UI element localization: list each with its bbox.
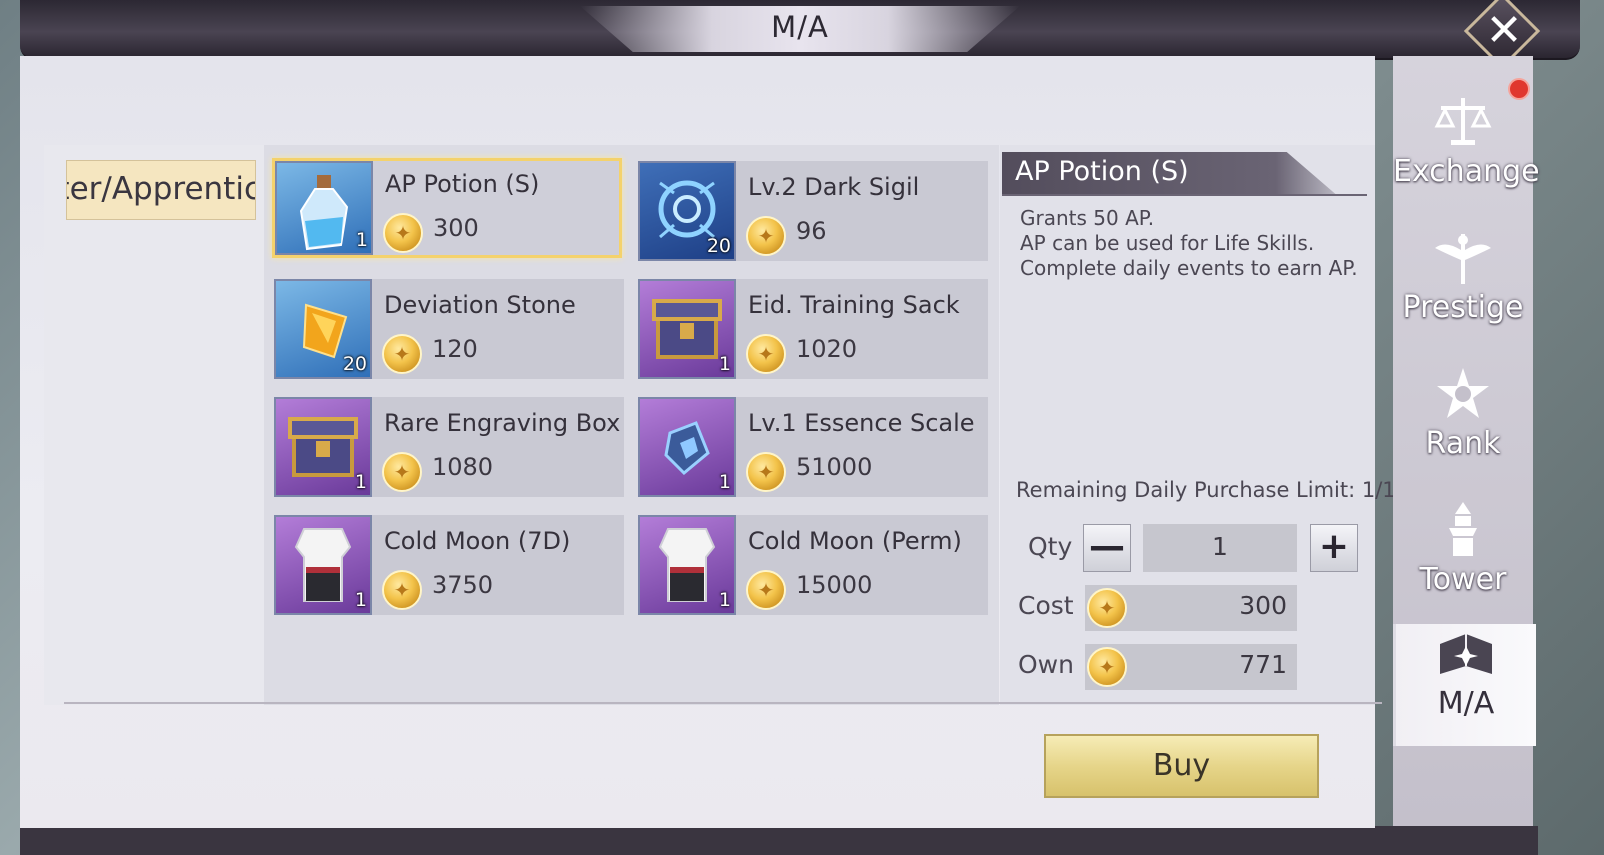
item-name: Rare Engraving Box (384, 409, 621, 437)
item-name: Cold Moon (Perm) (748, 527, 962, 555)
shop-item[interactable]: 1 Cold Moon (Perm) ✦ 15000 (638, 515, 988, 615)
coin-icon: ✦ (382, 334, 422, 374)
coin-icon: ✦ (1087, 588, 1127, 628)
coin-icon: ✦ (1087, 647, 1127, 687)
sigil-icon: 20 (638, 161, 736, 261)
coin-icon: ✦ (383, 213, 423, 253)
item-name: Lv.2 Dark Sigil (748, 173, 920, 201)
quantity-input[interactable]: 1 (1143, 524, 1297, 572)
star-emblem-icon (1437, 368, 1489, 418)
tower-icon (1449, 502, 1477, 556)
coin-icon: ✦ (746, 452, 786, 492)
coin-icon: ✦ (746, 216, 786, 256)
scale-crystal-icon: 1 (638, 397, 736, 497)
detail-description-line: Grants 50 AP. (1020, 206, 1155, 230)
scales-icon (1434, 98, 1492, 145)
item-price: 120 (432, 335, 478, 363)
increase-qty-button[interactable]: + (1310, 524, 1358, 572)
item-name: AP Potion (S) (385, 170, 540, 198)
detail-description-line: AP can be used for Life Skills. (1020, 231, 1315, 255)
sidebar-item-label: Rank (1425, 426, 1501, 461)
own-field: ✦ 771 (1085, 644, 1297, 690)
shop-item[interactable]: 1 Rare Engraving Box ✦ 1080 (274, 397, 624, 497)
item-name: Cold Moon (7D) (384, 527, 571, 555)
item-price: 51000 (796, 453, 873, 481)
item-name: Lv.1 Essence Scale (748, 409, 975, 437)
item-quantity: 1 (354, 471, 367, 493)
item-price: 15000 (796, 571, 873, 599)
window-bottom-edge (20, 826, 1538, 855)
item-price: 96 (796, 217, 827, 245)
item-quantity: 20 (706, 235, 731, 257)
item-price: 1020 (796, 335, 858, 363)
decrease-qty-button[interactable]: — (1083, 524, 1131, 572)
sidebar-item-label: Prestige (1402, 290, 1524, 325)
shop-item[interactable]: 20 Deviation Stone ✦ 120 (274, 279, 624, 379)
item-price: 300 (433, 214, 479, 242)
divider (64, 702, 1382, 704)
shop-item[interactable]: 1 Cold Moon (7D) ✦ 3750 (274, 515, 624, 615)
sidebar-item-label: M/A (1437, 686, 1495, 721)
item-quantity: 1 (355, 229, 368, 251)
coin-icon: ✦ (382, 570, 422, 610)
item-price: 3750 (432, 571, 494, 599)
category-tab-master-apprentice[interactable]: aster/Apprentic (66, 160, 256, 220)
item-name: Eid. Training Sack (748, 291, 960, 319)
coin-icon: ✦ (382, 452, 422, 492)
sidebar-item-prestige[interactable]: Prestige (1393, 228, 1533, 348)
robe-icon: 1 (274, 515, 372, 615)
close-icon[interactable]: ✕ (1479, 6, 1529, 56)
shop-item[interactable]: 1 Lv.1 Essence Scale ✦ 51000 (638, 397, 988, 497)
sidebar-item-exchange[interactable]: Exchange (1393, 92, 1540, 212)
sidebar-item-ma[interactable]: M/A (1393, 624, 1536, 746)
shop-item[interactable]: 20 Lv.2 Dark Sigil ✦ 96 (638, 161, 988, 261)
window-title: M/A (771, 10, 829, 44)
coin-icon: ✦ (746, 570, 786, 610)
sidebar-item-label: Tower (1419, 562, 1507, 597)
sidebar-item-rank[interactable]: Rank (1393, 364, 1533, 484)
item-quantity: 1 (718, 589, 731, 611)
cost-field: ✦ 300 (1085, 585, 1297, 631)
purchase-limit-text: Remaining Daily Purchase Limit: 1/1 (1016, 478, 1396, 502)
own-label: Own (1018, 650, 1074, 679)
divider (1002, 194, 1367, 196)
item-name: Deviation Stone (384, 291, 576, 319)
book-icon (1440, 634, 1492, 674)
detail-description-line: Complete daily events to earn AP. (1020, 256, 1358, 280)
chest-icon: 1 (274, 397, 372, 497)
category-list (44, 145, 264, 705)
potion-icon: 1 (275, 161, 373, 255)
coin-icon: ✦ (746, 334, 786, 374)
buy-button[interactable]: Buy (1044, 734, 1319, 798)
robe-icon: 1 (638, 515, 736, 615)
own-value: 771 (1239, 650, 1287, 679)
sidebar-item-label: Exchange (1393, 154, 1540, 189)
item-quantity: 20 (342, 353, 367, 375)
shop-item[interactable]: 1 AP Potion (S) ✦ 300 (272, 158, 622, 258)
item-quantity: 1 (718, 353, 731, 375)
gem-icon: 20 (274, 279, 372, 379)
cost-value: 300 (1239, 591, 1287, 620)
category-tab-label: aster/Apprentic (67, 171, 256, 207)
qty-label: Qty (1028, 532, 1073, 561)
item-price: 1080 (432, 453, 494, 481)
chest-icon: 1 (638, 279, 736, 379)
shop-item[interactable]: 1 Eid. Training Sack ✦ 1020 (638, 279, 988, 379)
winged-emblem-icon (1435, 234, 1491, 284)
cost-label: Cost (1018, 591, 1074, 620)
title-bar: M/A (20, 0, 1580, 60)
sidebar-item-tower[interactable]: Tower (1393, 500, 1533, 620)
detail-title: AP Potion (S) (1015, 156, 1189, 187)
item-quantity: 1 (718, 471, 731, 493)
item-quantity: 1 (354, 589, 367, 611)
